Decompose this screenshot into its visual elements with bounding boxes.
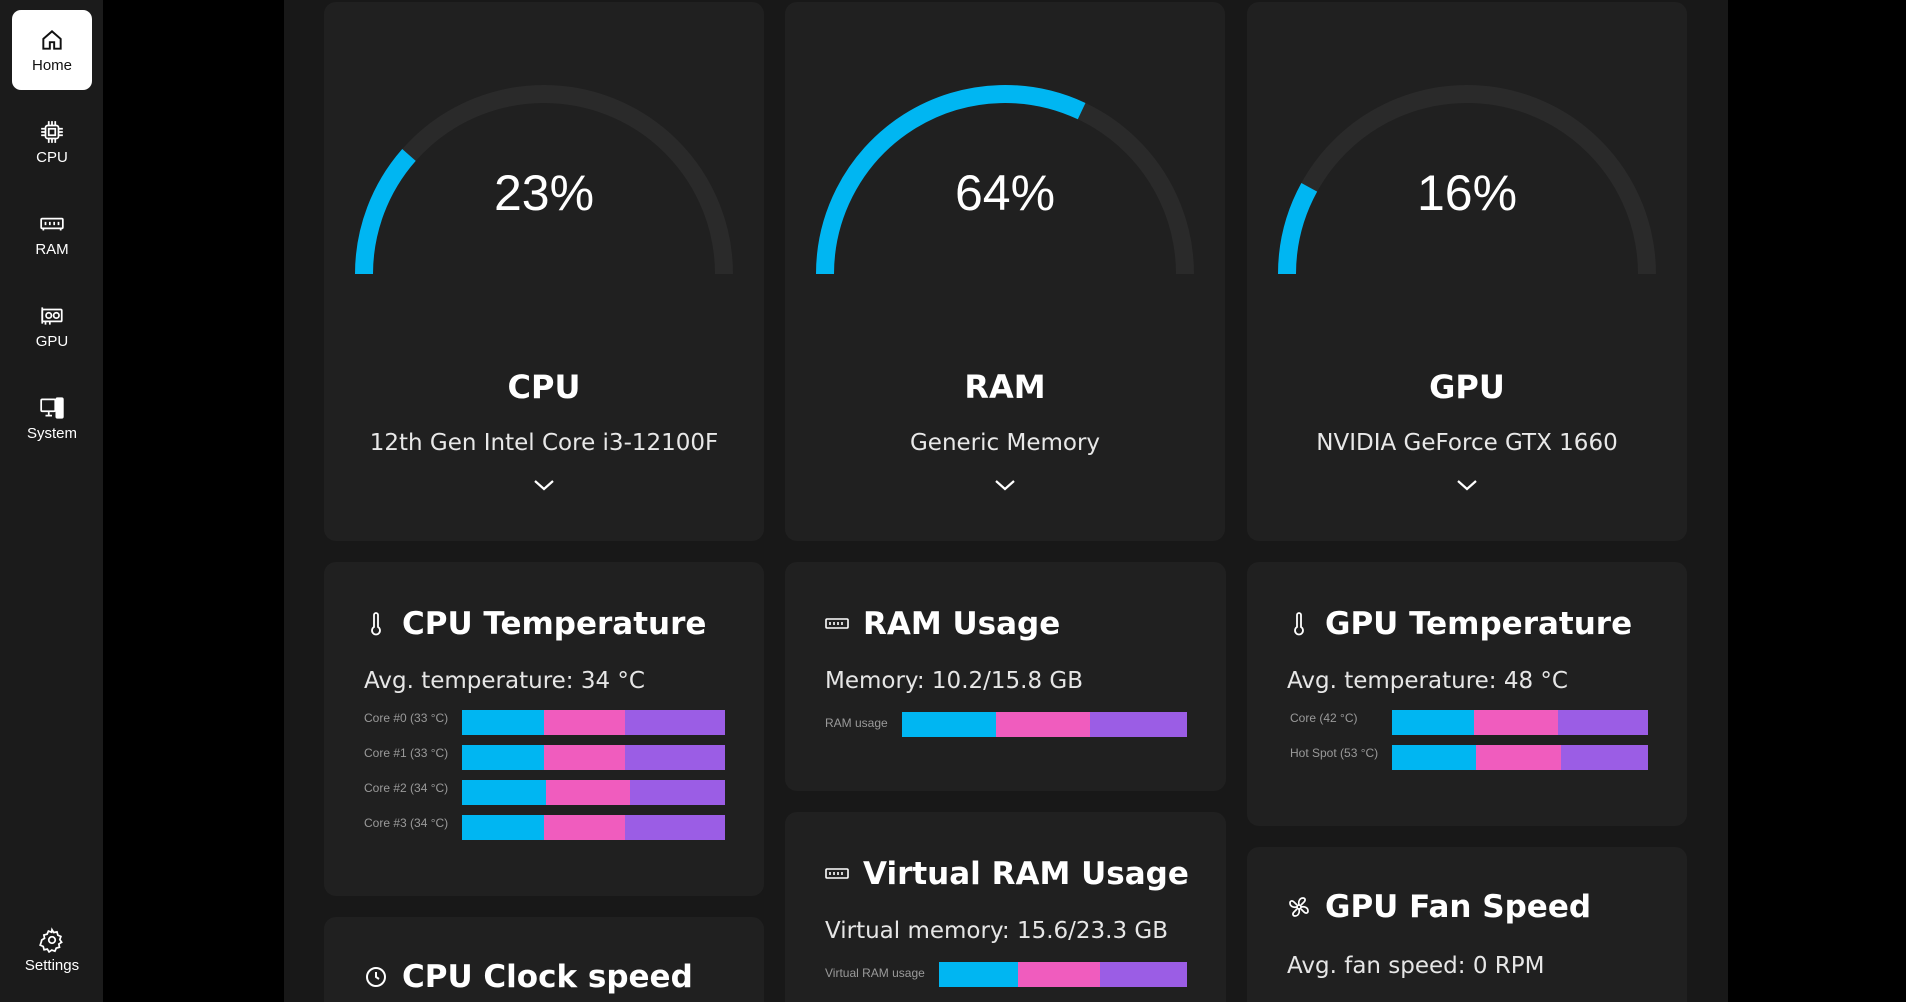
ram-usage-title: RAM Usage bbox=[825, 606, 1060, 642]
bar-segment-blue bbox=[462, 780, 547, 805]
sidebar-item-system[interactable]: System bbox=[12, 378, 92, 458]
gpu-temperature-title: GPU Temperature bbox=[1287, 606, 1632, 642]
settings-button[interactable]: Settings bbox=[12, 910, 92, 990]
gpu-fan-speed-summary: Avg. fan speed: 0 RPM bbox=[1287, 953, 1545, 979]
gpu-temp-row: Core (42 °C) bbox=[1290, 711, 1358, 725]
bar-segment-blue bbox=[462, 815, 544, 840]
cpu-core-row: Core #1 (33 °C) bbox=[364, 746, 449, 760]
bar-segment-pink bbox=[546, 780, 631, 805]
gpu-gauge-card: 16% GPU NVIDIA GeForce GTX 1660 bbox=[1247, 2, 1687, 541]
virtual-ram-card: Virtual RAM Usage Virtual memory: 15.6/2… bbox=[785, 812, 1226, 1002]
bar-segment-blue bbox=[902, 712, 997, 737]
bar-segment-pink bbox=[996, 712, 1091, 737]
cpu-avg-temperature: Avg. temperature: 34 °C bbox=[364, 668, 645, 694]
cpu-core-bar bbox=[462, 815, 725, 840]
bar-segment-pink bbox=[1018, 962, 1101, 987]
cpu-temperature-card: CPU Temperature Avg. temperature: 34 °C … bbox=[324, 562, 764, 896]
ram-usage-card: RAM Usage Memory: 10.2/15.8 GB RAM usage bbox=[785, 562, 1226, 791]
ram-usage-percent: 64% bbox=[954, 165, 1056, 221]
system-icon bbox=[40, 396, 64, 419]
bar-segment-purple bbox=[625, 815, 725, 840]
cpu-clock-title: CPU Clock speed bbox=[364, 959, 693, 995]
cpu-core-row: Core #3 (34 °C) bbox=[364, 816, 449, 830]
bar-segment-pink bbox=[543, 710, 626, 735]
cpu-clock-card: CPU Clock speed bbox=[324, 917, 764, 1002]
gpu-temp-row: Hot Spot (53 °C) bbox=[1290, 746, 1379, 760]
bar-segment-pink bbox=[1473, 710, 1559, 735]
cpu-icon bbox=[41, 120, 63, 143]
ram-usage-row: RAM usage bbox=[825, 716, 888, 730]
thermometer-icon bbox=[364, 612, 388, 636]
ram-gauge-title: RAM bbox=[964, 368, 1046, 406]
bar-segment-pink bbox=[1476, 745, 1561, 770]
gear-icon bbox=[39, 926, 63, 953]
virtual-memory-summary: Virtual memory: 15.6/23.3 GB bbox=[825, 918, 1169, 944]
ram-model-name: Generic Memory bbox=[909, 430, 1101, 456]
chevron-down-icon[interactable] bbox=[533, 478, 555, 492]
ram-icon bbox=[825, 862, 849, 886]
virtual-ram-bar bbox=[939, 962, 1187, 987]
gpu-usage-percent: 16% bbox=[1416, 165, 1518, 221]
thermometer-icon bbox=[1287, 612, 1311, 636]
cpu-usage-percent: 23% bbox=[493, 165, 595, 221]
fan-icon bbox=[1287, 895, 1311, 919]
bar-segment-purple bbox=[1090, 712, 1187, 737]
cpu-core-row: Core #2 (34 °C) bbox=[364, 781, 449, 795]
sidebar-item-ram[interactable]: RAM bbox=[12, 194, 92, 274]
cpu-core-bar bbox=[462, 710, 725, 735]
cpu-gauge-card: 23% CPU 12th Gen Intel Core i3-12100F bbox=[324, 2, 764, 541]
bar-segment-purple bbox=[625, 745, 725, 770]
gpu-temp-bar bbox=[1392, 710, 1648, 735]
sidebar-item-gpu[interactable]: GPU bbox=[12, 286, 92, 366]
cpu-model-name: 12th Gen Intel Core i3-12100F bbox=[369, 430, 719, 456]
cpu-temperature-title: CPU Temperature bbox=[364, 606, 706, 642]
sidebar: Home CPU RAM GPU System Settings bbox=[0, 0, 103, 1002]
bar-segment-blue bbox=[462, 710, 544, 735]
bar-segment-blue bbox=[1392, 745, 1477, 770]
sidebar-item-home[interactable]: Home bbox=[12, 10, 92, 90]
gpu-avg-temperature: Avg. temperature: 48 °C bbox=[1287, 668, 1568, 694]
ram-gauge-card: 64% RAM Generic Memory bbox=[785, 2, 1225, 541]
bar-segment-purple bbox=[1560, 745, 1648, 770]
bar-segment-purple bbox=[1558, 710, 1648, 735]
bar-segment-pink bbox=[543, 815, 626, 840]
ram-usage-bar bbox=[902, 712, 1187, 737]
gpu-icon bbox=[41, 306, 63, 325]
gpu-gauge-title: GPU bbox=[1429, 368, 1505, 406]
bar-segment-blue bbox=[1392, 710, 1474, 735]
bar-segment-blue bbox=[462, 745, 544, 770]
gpu-fan-card: GPU Fan Speed Avg. fan speed: 0 RPM bbox=[1247, 847, 1687, 1002]
cpu-core-bar bbox=[462, 780, 725, 805]
cpu-gauge-title: CPU bbox=[507, 368, 581, 406]
gpu-temp-bar bbox=[1392, 745, 1648, 770]
ram-icon bbox=[40, 217, 64, 230]
bar-segment-purple bbox=[630, 780, 725, 805]
bar-segment-pink bbox=[543, 745, 626, 770]
cpu-core-bar bbox=[462, 745, 725, 770]
home-icon bbox=[42, 29, 62, 50]
bar-segment-purple bbox=[625, 710, 725, 735]
clock-icon bbox=[364, 965, 388, 989]
chevron-down-icon[interactable] bbox=[1456, 478, 1478, 492]
virtual-ram-row: Virtual RAM usage bbox=[825, 966, 925, 980]
gpu-fan-title: GPU Fan Speed bbox=[1287, 889, 1591, 925]
gpu-model-name: NVIDIA GeForce GTX 1660 bbox=[1316, 430, 1618, 456]
cpu-core-row: Core #0 (33 °C) bbox=[364, 711, 449, 725]
ram-icon bbox=[825, 612, 849, 636]
bar-segment-purple bbox=[1100, 962, 1187, 987]
gpu-temperature-card: GPU Temperature Avg. temperature: 48 °C … bbox=[1247, 562, 1687, 826]
virtual-ram-title: Virtual RAM Usage bbox=[825, 856, 1189, 892]
chevron-down-icon[interactable] bbox=[994, 478, 1016, 492]
bar-segment-blue bbox=[939, 962, 1019, 987]
sidebar-item-cpu[interactable]: CPU bbox=[12, 102, 92, 182]
ram-memory-summary: Memory: 10.2/15.8 GB bbox=[825, 668, 1084, 694]
